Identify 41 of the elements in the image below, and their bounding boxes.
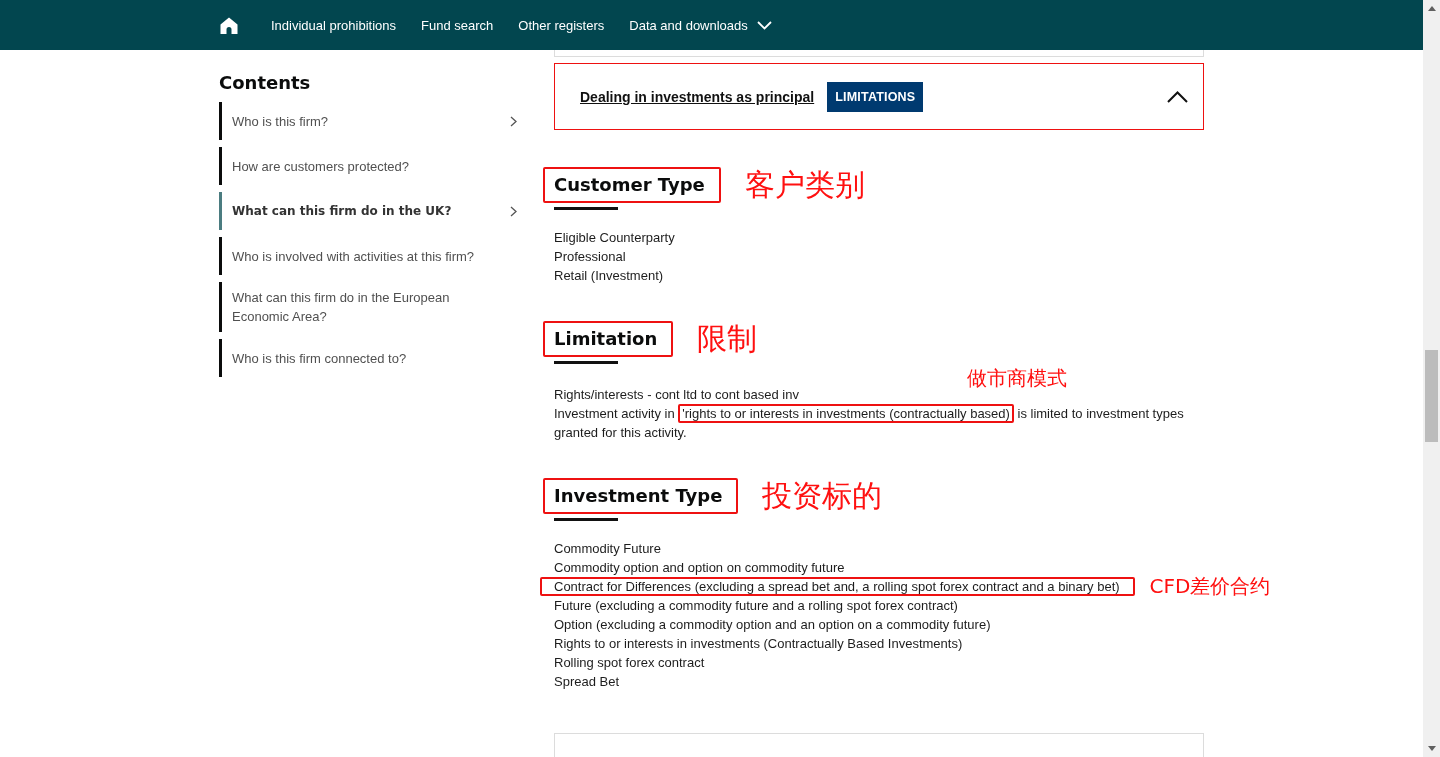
- annotation-note: 客户类别: [744, 167, 865, 203]
- list-item: Future (excluding a commodity future and a rolling spot forex contract): [554, 597, 958, 615]
- chevron-up-icon[interactable]: [1167, 90, 1188, 103]
- contents-link[interactable]: Who is involved with activities at this firm?: [219, 237, 525, 275]
- nav-dropdown[interactable]: Data and downloads: [629, 17, 772, 33]
- contents-link[interactable]: Who is this firm connected to?: [219, 339, 525, 377]
- arrow-up-icon[interactable]: [1427, 6, 1436, 11]
- section-heading: Limitation: [543, 321, 674, 357]
- contents-link[interactable]: What can this firm do in the European Economic Area?: [219, 282, 525, 332]
- list-item: Eligible Counterparty: [554, 229, 675, 247]
- list-item: Spread Bet: [554, 673, 620, 691]
- contents-link[interactable]: What can this firm do in the UK?: [219, 192, 525, 230]
- section-heading: Customer Type: [543, 167, 721, 203]
- list-item: Professional: [554, 248, 626, 266]
- nav-link[interactable]: Individual prohibitions: [271, 17, 397, 33]
- annotation-note: CFD差价合约: [1149, 577, 1271, 596]
- arrow-down-icon[interactable]: [1427, 746, 1436, 751]
- nav-link[interactable]: Fund search: [421, 17, 494, 33]
- list-item: Retail (Investment): [554, 267, 664, 285]
- activity-link[interactable]: Dealing in investments as principal: [580, 88, 815, 105]
- chevron-down-icon: [756, 20, 772, 30]
- limitations-badge: LIMITATIONS: [827, 81, 924, 112]
- annotation-note: 投资标的: [762, 478, 883, 514]
- limitation-title: Rights/interests - cont ltd to cont based inv: [554, 386, 800, 404]
- annotation-note: 做市商模式: [967, 367, 1067, 389]
- home-icon[interactable]: [220, 16, 238, 34]
- list-item: Option (excluding a commodity option and an option on a commodity future): [554, 616, 991, 634]
- annotation-note: 限制: [697, 321, 758, 357]
- list-item: Rights to or interests in investments (Contractually Based Investments): [554, 635, 963, 653]
- list-item: Commodity Future: [554, 540, 661, 558]
- section-heading: Investment Type: [543, 478, 739, 514]
- list-item: Rolling spot forex contract: [554, 654, 705, 672]
- list-item: Contract for Differences (excluding a spread bet and, a rolling spot forex contract and a binary bet): [540, 577, 1135, 596]
- scrollbar-thumb[interactable]: [1425, 350, 1438, 442]
- list-item: Commodity option and option on commodity future: [554, 559, 845, 577]
- contents-heading: Contents: [219, 72, 312, 94]
- contents-link[interactable]: How are customers protected?: [219, 147, 525, 185]
- contents-link[interactable]: Who is this firm?: [219, 102, 525, 140]
- nav-link[interactable]: Other registers: [518, 17, 605, 33]
- limitation-description: Investment activity in 'rights to or interests in investments (contractually based) is limited to investment types granted for this activity.: [554, 404, 1185, 442]
- scrollbar[interactable]: [1423, 0, 1440, 757]
